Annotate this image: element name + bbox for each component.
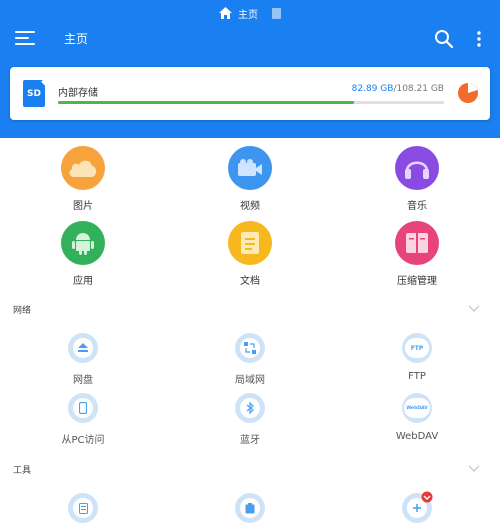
network-label: WebDAV: [395, 431, 439, 442]
breadcrumb[interactable]: 主页: [0, 5, 500, 21]
network-label: 网盘: [73, 375, 93, 386]
network-cloud-drive[interactable]: 网盘: [23, 333, 143, 386]
section-title-network: 网络: [13, 306, 32, 316]
home-icon: [219, 7, 232, 19]
internal-storage-card[interactable]: SD 内部存储 82.89 GB/108.21 GB: [10, 67, 490, 120]
more-options-icon[interactable]: [472, 30, 486, 48]
network-label: 从PC访问: [61, 435, 105, 446]
network-label: 蓝牙: [240, 435, 260, 446]
chevron-down-icon[interactable]: [468, 465, 480, 473]
tool-item-1[interactable]: [23, 493, 143, 523]
category-label: 图片: [73, 201, 93, 212]
network-lan[interactable]: 局域网: [190, 333, 310, 386]
video-icon: [228, 146, 272, 190]
webdav-icon: WebDAV: [402, 393, 432, 423]
android-icon: [61, 221, 105, 265]
storage-name: 内部存储: [58, 88, 98, 99]
storage-pie-icon: [458, 83, 478, 103]
storage-total: 108.21 GB: [396, 84, 444, 94]
network-access-from-pc[interactable]: 从PC访问: [23, 393, 143, 446]
network-webdav[interactable]: WebDAV WebDAV: [357, 393, 477, 442]
category-label: 音乐: [407, 201, 427, 212]
network-label: 局域网: [235, 375, 265, 386]
category-label: 压缩管理: [397, 276, 437, 287]
category-images[interactable]: 图片: [23, 146, 143, 212]
headphones-icon: [395, 146, 439, 190]
storage-progress-fill: [58, 101, 354, 104]
app-header: 主页 主页 SD 内部存储 82.89 GB/108.21 GB: [0, 0, 500, 138]
bluetooth-icon: [235, 393, 265, 423]
page-title: 主页: [64, 32, 89, 46]
tool-item-2[interactable]: [190, 493, 310, 523]
storage-size: 82.89 GB/108.21 GB: [352, 84, 444, 94]
search-icon[interactable]: [434, 29, 454, 49]
breadcrumb-label[interactable]: 主页: [238, 6, 258, 21]
document-list-icon: [68, 493, 98, 523]
document-icon[interactable]: [272, 7, 281, 19]
category-apps[interactable]: 应用: [23, 221, 143, 287]
network-label: FTP: [408, 371, 426, 382]
menu-icon[interactable]: [15, 30, 35, 46]
phone-icon: [68, 393, 98, 423]
category-music[interactable]: 音乐: [357, 146, 477, 212]
storage-progress-bar: [58, 101, 444, 104]
tool-item-3[interactable]: [357, 491, 477, 523]
category-video[interactable]: 视频: [190, 146, 310, 212]
section-title-tools: 工具: [13, 466, 32, 476]
archive-book-icon: [395, 221, 439, 265]
network-bluetooth[interactable]: 蓝牙: [190, 393, 310, 446]
category-documents[interactable]: 文档: [190, 221, 310, 287]
badge-icon: [421, 491, 433, 503]
storage-used: 82.89 GB: [351, 84, 394, 94]
category-label: 文档: [240, 276, 260, 287]
chevron-down-icon[interactable]: [468, 305, 480, 313]
sd-card-icon: SD: [23, 80, 45, 107]
category-label: 应用: [73, 276, 93, 287]
network-ftp[interactable]: FTP FTP: [357, 333, 477, 382]
picture-icon: [61, 146, 105, 190]
category-label: 视频: [240, 201, 260, 212]
category-archives[interactable]: 压缩管理: [357, 221, 477, 287]
cloud-drive-icon: [68, 333, 98, 363]
document-icon: [228, 221, 272, 265]
ftp-icon: FTP: [402, 333, 432, 363]
lan-icon: [235, 333, 265, 363]
clipboard-icon: [235, 493, 265, 523]
